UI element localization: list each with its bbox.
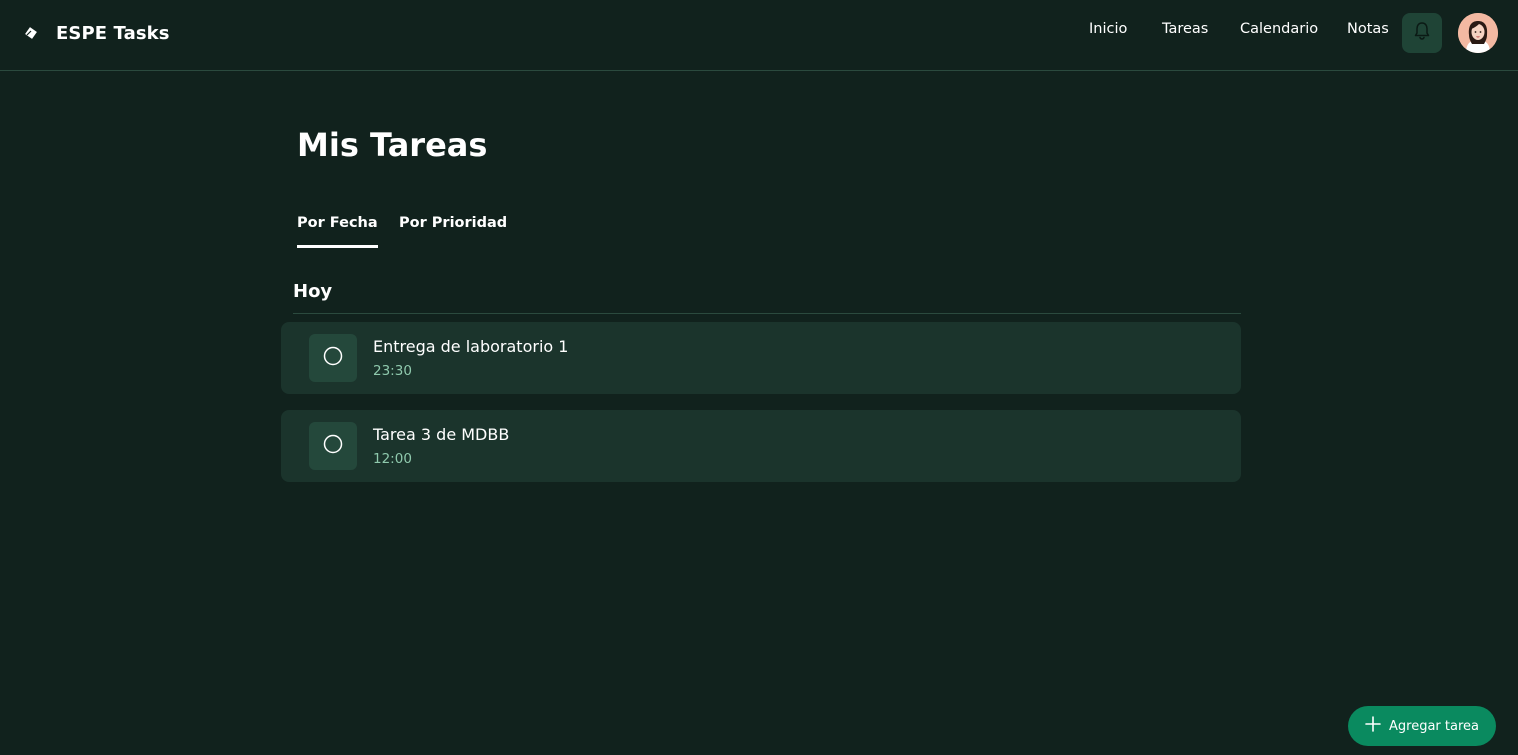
section-divider <box>293 313 1241 314</box>
circle-icon <box>323 346 343 370</box>
task-complete-checkbox[interactable] <box>309 422 357 470</box>
task-item[interactable]: Entrega de laboratorio 1 23:30 <box>281 322 1241 394</box>
task-title: Tarea 3 de MDBB <box>373 425 510 444</box>
diamond-pen-icon <box>24 20 42 46</box>
tab-por-prioridad[interactable]: Por Prioridad <box>399 215 507 245</box>
plus-icon <box>1365 716 1381 736</box>
circle-icon <box>323 434 343 458</box>
nav-link-tareas[interactable]: Tareas <box>1162 21 1208 37</box>
avatar-illustration <box>1458 13 1498 53</box>
add-task-button[interactable]: Agregar tarea <box>1348 706 1496 746</box>
nav-link-inicio[interactable]: Inicio <box>1089 21 1127 37</box>
task-time: 12:00 <box>373 451 412 467</box>
page-title: Mis Tareas <box>297 126 488 164</box>
user-avatar[interactable] <box>1458 13 1498 53</box>
task-complete-checkbox[interactable] <box>309 334 357 382</box>
nav-link-calendario[interactable]: Calendario <box>1240 21 1318 37</box>
tab-por-fecha[interactable]: Por Fecha <box>297 215 378 248</box>
notifications-button[interactable] <box>1402 13 1442 53</box>
brand[interactable]: ESPE Tasks <box>24 20 170 46</box>
task-title: Entrega de laboratorio 1 <box>373 337 569 356</box>
app-title: ESPE Tasks <box>56 22 170 44</box>
add-task-label: Agregar tarea <box>1389 718 1479 734</box>
top-navigation-bar: ESPE Tasks Inicio Tareas Calendario Nota… <box>0 0 1518 71</box>
nav-link-notas[interactable]: Notas <box>1347 21 1389 37</box>
bell-icon <box>1413 21 1431 45</box>
task-time: 23:30 <box>373 363 412 379</box>
section-title-hoy: Hoy <box>293 281 333 302</box>
task-item[interactable]: Tarea 3 de MDBB 12:00 <box>281 410 1241 482</box>
